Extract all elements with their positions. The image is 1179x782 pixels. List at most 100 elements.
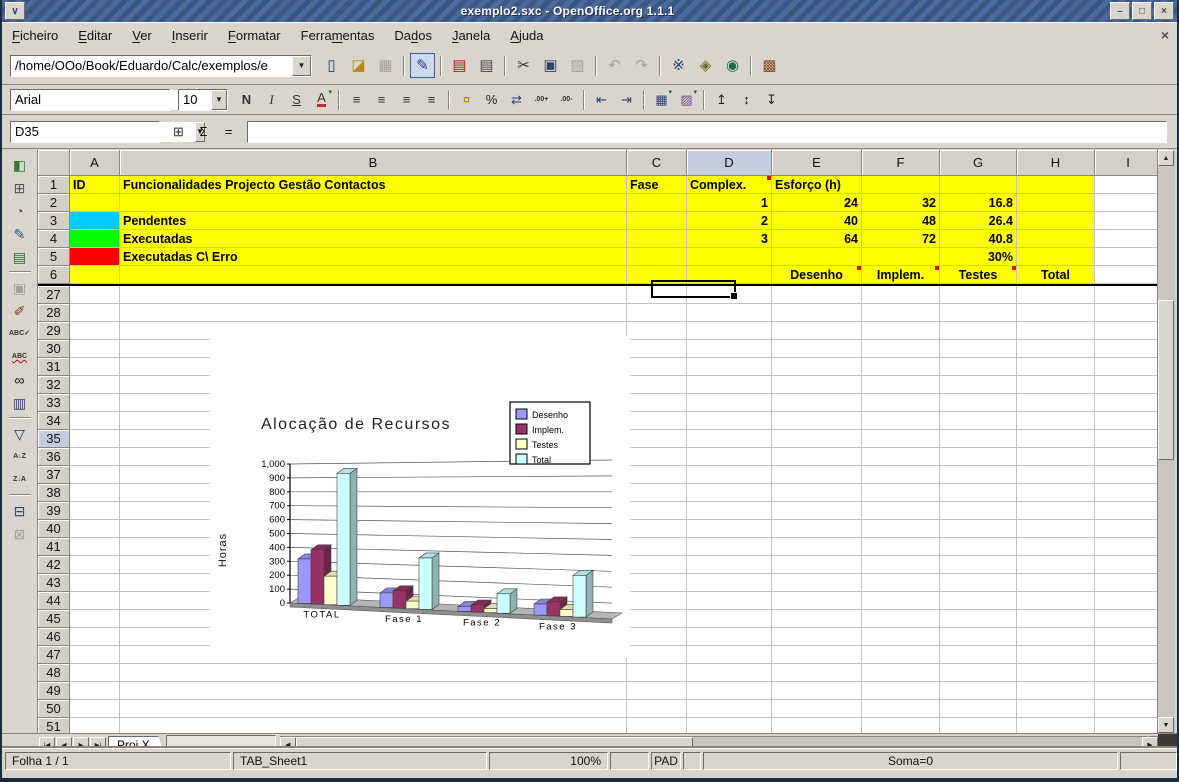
cell-C48[interactable]: [627, 664, 687, 682]
cell-C49[interactable]: [627, 682, 687, 700]
cell-I35[interactable]: [1095, 430, 1162, 448]
close-document-icon[interactable]: ×: [1161, 27, 1169, 43]
cell-G34[interactable]: [940, 412, 1017, 430]
menu-editar[interactable]: Editar: [68, 26, 122, 45]
cell-G27[interactable]: [940, 286, 1017, 304]
cell-C40[interactable]: [627, 520, 687, 538]
insert-icon[interactable]: ◧: [6, 153, 34, 176]
align-center-icon[interactable]: ≡: [370, 88, 393, 111]
cell-E27[interactable]: [772, 286, 862, 304]
cell-B6[interactable]: [120, 266, 627, 284]
cell-D2[interactable]: 1: [687, 194, 772, 212]
cell-A46[interactable]: [70, 628, 120, 646]
cell-G32[interactable]: [940, 376, 1017, 394]
row-header-44[interactable]: 44: [38, 592, 70, 610]
sort-descending-icon[interactable]: Z↓A: [6, 468, 34, 491]
cell-E50[interactable]: [772, 700, 862, 718]
cell-E42[interactable]: [772, 556, 862, 574]
stylist-icon[interactable]: ◈: [693, 53, 718, 78]
cell-I41[interactable]: [1095, 538, 1162, 556]
cell-F49[interactable]: [862, 682, 940, 700]
status-zoom[interactable]: 100%: [489, 752, 608, 770]
cell-G2[interactable]: 16.8: [940, 194, 1017, 212]
cell-G33[interactable]: [940, 394, 1017, 412]
cell-F50[interactable]: [862, 700, 940, 718]
cell-F4[interactable]: 72: [862, 230, 940, 248]
cell-D39[interactable]: [687, 502, 772, 520]
align-bottom-icon[interactable]: ↧: [760, 88, 783, 111]
cell-F33[interactable]: [862, 394, 940, 412]
hyperlink-icon[interactable]: ◉: [720, 53, 745, 78]
cell-A6[interactable]: [70, 266, 120, 284]
cell-F40[interactable]: [862, 520, 940, 538]
formula-input[interactable]: [248, 122, 1166, 142]
row-header-50[interactable]: 50: [38, 700, 70, 718]
cell-A51[interactable]: [70, 718, 120, 733]
cell-E32[interactable]: [772, 376, 862, 394]
cell-D30[interactable]: [687, 340, 772, 358]
center-vertically-icon[interactable]: ↕: [735, 88, 758, 111]
bold-icon[interactable]: N: [235, 88, 258, 111]
cell-H50[interactable]: [1017, 700, 1095, 718]
cell-H42[interactable]: [1017, 556, 1095, 574]
cell-D47[interactable]: [687, 646, 772, 664]
function-autopilot-icon[interactable]: ⊞: [167, 120, 190, 143]
print-icon[interactable]: ▤: [474, 53, 499, 78]
column-header-G[interactable]: G: [940, 150, 1017, 176]
cell-D51[interactable]: [687, 718, 772, 733]
cell-E51[interactable]: [772, 718, 862, 733]
standard-format-icon[interactable]: ⇄: [505, 88, 528, 111]
chart-object[interactable]: Alocação de RecursosHoras010020030040050…: [210, 336, 630, 658]
cell-I42[interactable]: [1095, 556, 1162, 574]
increase-indent-icon[interactable]: ⇥: [615, 88, 638, 111]
cell-G37[interactable]: [940, 466, 1017, 484]
cell-D50[interactable]: [687, 700, 772, 718]
cell-B3[interactable]: Pendentes: [120, 212, 627, 230]
vertical-scrollbar[interactable]: ▲ ▼: [1157, 150, 1175, 733]
spellcheck-icon[interactable]: ABC✓: [6, 322, 34, 345]
align-left-icon[interactable]: ≡: [345, 88, 368, 111]
cell-E46[interactable]: [772, 628, 862, 646]
cell-I45[interactable]: [1095, 610, 1162, 628]
cell-F32[interactable]: [862, 376, 940, 394]
cell-C31[interactable]: [627, 358, 687, 376]
cell-I1[interactable]: [1095, 176, 1162, 194]
cell-G41[interactable]: [940, 538, 1017, 556]
cell-C39[interactable]: [627, 502, 687, 520]
minimize-button[interactable]: –: [1110, 2, 1130, 20]
cell-C42[interactable]: [627, 556, 687, 574]
cell-E36[interactable]: [772, 448, 862, 466]
cell-B27[interactable]: [120, 286, 627, 304]
cell-C46[interactable]: [627, 628, 687, 646]
cell-C4[interactable]: [627, 230, 687, 248]
cell-E5[interactable]: [772, 248, 862, 266]
cell-I44[interactable]: [1095, 592, 1162, 610]
cell-G45[interactable]: [940, 610, 1017, 628]
maximize-button[interactable]: □: [1132, 2, 1152, 20]
cell-C2[interactable]: [627, 194, 687, 212]
sum-icon[interactable]: Σ: [192, 120, 215, 143]
cell-A35[interactable]: [70, 430, 120, 448]
cell-C45[interactable]: [627, 610, 687, 628]
insert-frame-icon[interactable]: ▣: [6, 276, 34, 299]
cell-I2[interactable]: [1095, 194, 1162, 212]
cell-E1[interactable]: Esforço (h): [772, 176, 862, 194]
cell-I29[interactable]: [1095, 322, 1162, 340]
menu-ajuda[interactable]: Ajuda: [500, 26, 553, 45]
cell-H39[interactable]: [1017, 502, 1095, 520]
cell-H4[interactable]: [1017, 230, 1095, 248]
cell-A49[interactable]: [70, 682, 120, 700]
cell-D40[interactable]: [687, 520, 772, 538]
cell-I38[interactable]: [1095, 484, 1162, 502]
cell-E47[interactable]: [772, 646, 862, 664]
cell-H29[interactable]: [1017, 322, 1095, 340]
cell-cursor[interactable]: [651, 280, 736, 298]
menu-formatar[interactable]: Formatar: [218, 26, 291, 45]
cell-H46[interactable]: [1017, 628, 1095, 646]
cell-E44[interactable]: [772, 592, 862, 610]
cell-E38[interactable]: [772, 484, 862, 502]
copy-icon[interactable]: ▣: [538, 53, 563, 78]
cell-I3[interactable]: [1095, 212, 1162, 230]
add-decimal-icon[interactable]: .00+: [530, 88, 553, 111]
cut-icon[interactable]: ✂: [511, 53, 536, 78]
